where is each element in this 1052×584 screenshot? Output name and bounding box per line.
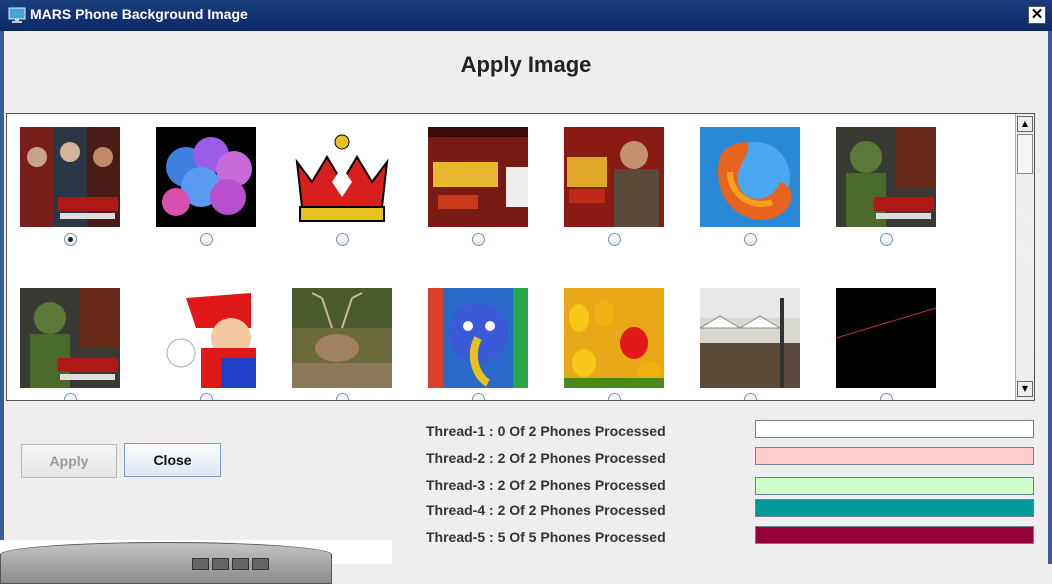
tulips-image[interactable] [564,288,664,388]
emotional-atyachaar-image[interactable] [428,127,528,227]
crown-image[interactable] [292,127,392,227]
gallery-item[interactable] [292,288,392,388]
balloons-image[interactable] [156,127,256,227]
gallery-item[interactable] [292,127,392,227]
radio-button[interactable] [200,393,213,400]
thread-2-label: Thread-2 : 2 Of 2 Phones Processed [426,450,666,466]
gallery-item[interactable] [156,127,256,227]
thread-5-fill [756,527,1033,543]
window-edge [0,542,332,584]
radio-button[interactable] [608,233,621,246]
radio-button[interactable] [336,393,349,400]
gallery-item[interactable] [156,288,256,388]
radio-button[interactable] [336,233,349,246]
thread-3-fill [756,478,1033,494]
thread-5-label: Thread-5 : 5 Of 5 Phones Processed [426,529,666,545]
emotional-atyachaar-man-image[interactable] [564,127,664,227]
gallery-item[interactable] [20,127,120,227]
radio-button[interactable] [200,233,213,246]
radio-button[interactable] [64,393,77,400]
page-title: Apply Image [460,52,592,77]
avengers-hulk-image-2[interactable] [20,288,120,388]
close-icon [252,558,269,570]
gallery-item[interactable] [564,288,664,388]
restore-icon [212,558,229,570]
monitor-icon [8,7,26,23]
radio-button[interactable] [472,393,485,400]
thread-3-progress [755,477,1034,495]
vertical-scrollbar[interactable]: ▲ ▼ [1015,114,1034,400]
gallery-item[interactable] [20,288,120,388]
gallery-item[interactable] [564,127,664,227]
minimize-icon [192,558,209,570]
radio-button[interactable] [744,393,757,400]
avengers-hulk-image[interactable] [836,127,936,227]
thread-4-label: Thread-4 : 2 Of 2 Phones Processed [426,502,666,518]
gallery-item[interactable] [836,127,936,227]
gallery-item[interactable] [700,127,800,227]
thread-4-fill [756,500,1033,516]
window-close-button[interactable]: ✕ [1028,6,1046,24]
apply-button[interactable]: Apply [21,444,117,478]
scroll-up-button[interactable]: ▲ [1017,116,1033,132]
close-icon: ✕ [1030,6,1044,23]
background-window-fragment [0,540,392,584]
gallery-item[interactable] [428,288,528,388]
thread-5-progress [755,526,1034,544]
radio-button[interactable] [880,233,893,246]
thread-2-progress [755,447,1034,465]
black-image[interactable] [836,288,936,388]
gallery-item[interactable] [836,288,936,388]
firefox-image[interactable] [700,127,800,227]
thread-2-fill [756,448,1033,464]
avengers-image[interactable] [20,127,120,227]
street-cafe-image[interactable] [700,288,800,388]
ganesha-image[interactable] [428,288,528,388]
deer-image[interactable] [292,288,392,388]
thread-4-progress [755,499,1034,517]
scrollbar-thumb[interactable] [1017,134,1033,174]
radio-button[interactable] [880,393,893,400]
scroll-down-button[interactable]: ▼ [1017,381,1033,397]
gallery-item[interactable] [700,288,800,388]
title-bar: MARS Phone Background Image ✕ [0,0,1052,31]
thread-1-label: Thread-1 : 0 Of 2 Phones Processed [426,423,666,439]
mario-image[interactable] [156,288,256,388]
maximize-icon [232,558,249,570]
radio-button[interactable] [64,233,77,246]
thread-1-progress [755,420,1034,438]
radio-button[interactable] [608,393,621,400]
thread-3-label: Thread-3 : 2 Of 2 Phones Processed [426,477,666,493]
window-title: MARS Phone Background Image [30,6,248,22]
radio-button[interactable] [744,233,757,246]
close-button[interactable]: Close [124,443,221,477]
image-gallery[interactable]: ▲ ▼ [6,113,1035,401]
gallery-item[interactable] [428,127,528,227]
radio-button[interactable] [472,233,485,246]
